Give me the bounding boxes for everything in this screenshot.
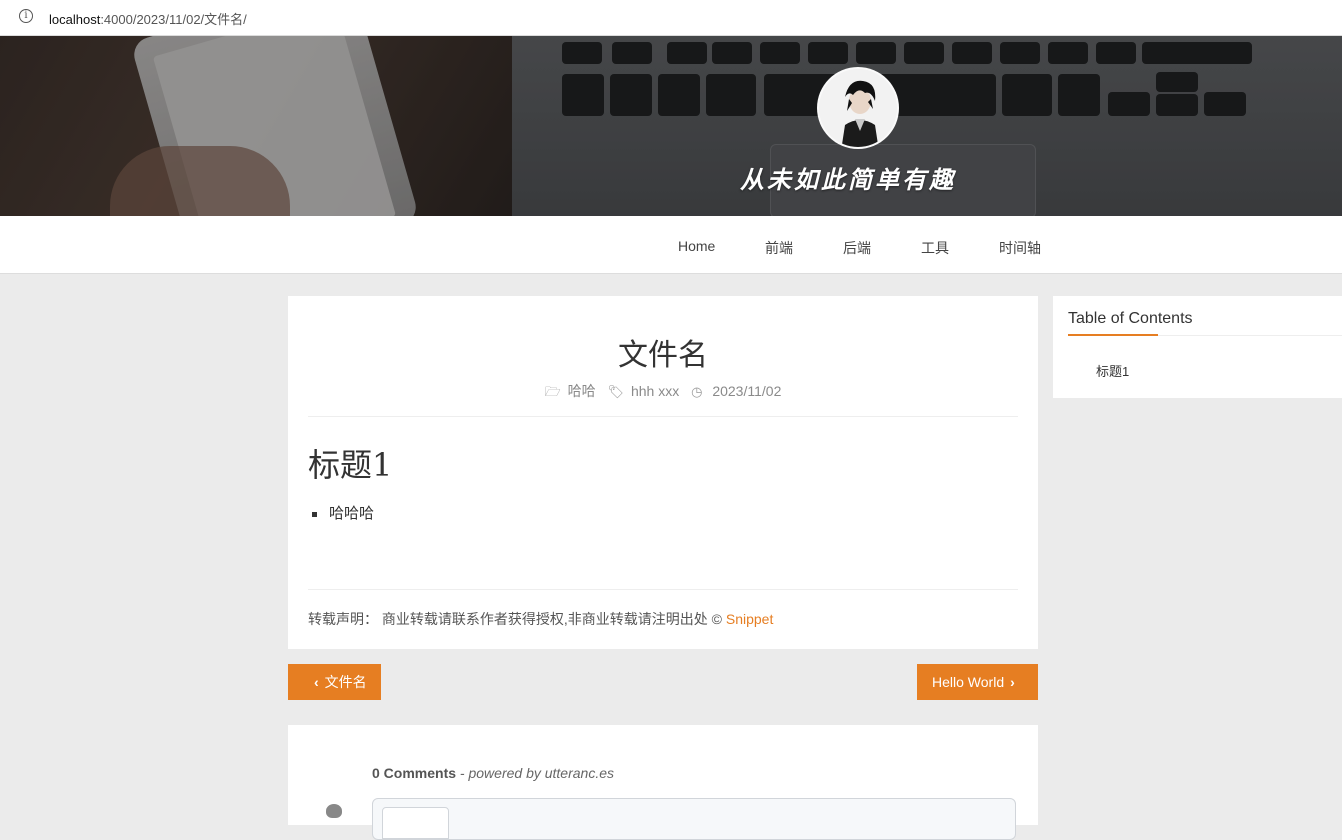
github-avatar-icon — [326, 804, 342, 818]
post-list: 哈哈哈 — [312, 502, 374, 523]
folder-icon: 🗁 — [544, 384, 561, 399]
site-slogan: 从未如此简单有趣 — [740, 165, 956, 194]
copyright-link[interactable]: Snippet — [726, 611, 773, 627]
comments-powered-by[interactable]: - powered by utteranc.es — [460, 765, 614, 781]
post-title: 文件名 — [618, 339, 708, 372]
comment-write-tab[interactable] — [382, 807, 449, 839]
prev-post-label: 文件名 — [324, 674, 367, 690]
post-card: 文件名 🗁 哈哈 🏷 hhh xxx ◷ 2023/11/02 标题1 哈哈哈 … — [288, 296, 1038, 649]
copyright-label: 转载声明： — [308, 611, 378, 627]
comment-editor[interactable] — [372, 798, 1016, 840]
avatar[interactable] — [817, 67, 899, 149]
table-of-contents: Table of Contents 标题1 — [1053, 296, 1342, 398]
nav-item-home[interactable]: Home — [678, 238, 715, 254]
nav-item-timeline[interactable]: 时间轴 — [999, 238, 1041, 258]
copyright-text: 商业转载请联系作者获得授权,非商业转载请注明出处 © — [381, 611, 722, 627]
url-text[interactable]: localhost:4000/2023/11/02/文件名/ — [49, 9, 247, 28]
post-heading: 标题1 — [308, 446, 393, 484]
post-date: 2023/11/02 — [712, 383, 782, 399]
next-post-label: Hello World — [932, 674, 1005, 690]
browser-address-bar[interactable]: i localhost:4000/2023/11/02/文件名/ — [0, 0, 1342, 36]
toc-item[interactable]: 标题1 — [1096, 361, 1129, 380]
list-bullet — [312, 511, 317, 517]
divider — [308, 589, 1018, 590]
url-host: localhost — [49, 12, 101, 27]
comments-count: 0 Comments — [372, 765, 457, 781]
next-post-button[interactable]: Hello World › — [917, 664, 1038, 700]
clock-icon: ◷ — [691, 384, 703, 399]
copyright-notice: 转载声明： 商业转载请联系作者获得授权,非商业转载请注明出处 © Snippet — [308, 609, 773, 629]
comments-section: 0 Comments - powered by utteranc.es — [288, 725, 1038, 840]
header-banner — [0, 36, 1342, 216]
nav-item-backend[interactable]: 后端 — [843, 238, 871, 258]
tags-icon: 🏷 — [607, 384, 625, 399]
toc-title-underline — [1068, 334, 1158, 336]
nav-item-tools[interactable]: 工具 — [921, 238, 949, 258]
post-tag-link[interactable]: xxx — [658, 383, 679, 399]
prev-post-button[interactable]: ‹ 文件名 — [288, 664, 381, 700]
main-navbar: Home 前端 后端 工具 时间轴 — [0, 216, 1342, 274]
chevron-left-icon: ‹ — [314, 674, 319, 690]
comments-header: 0 Comments - powered by utteranc.es — [372, 765, 614, 781]
toc-title: Table of Contents — [1068, 310, 1193, 327]
url-path: :4000/2023/11/02/文件名/ — [100, 12, 247, 27]
nav-item-frontend[interactable]: 前端 — [765, 238, 793, 258]
post-meta: 🗁 哈哈 🏷 hhh xxx ◷ 2023/11/02 — [288, 381, 1038, 405]
divider — [308, 416, 1018, 417]
chevron-right-icon: › — [1010, 674, 1015, 690]
post-category-link[interactable]: 哈哈 — [568, 383, 596, 399]
info-icon[interactable]: i — [19, 9, 33, 23]
post-tag-link[interactable]: hhh — [631, 383, 654, 399]
list-item: 哈哈哈 — [329, 505, 375, 522]
